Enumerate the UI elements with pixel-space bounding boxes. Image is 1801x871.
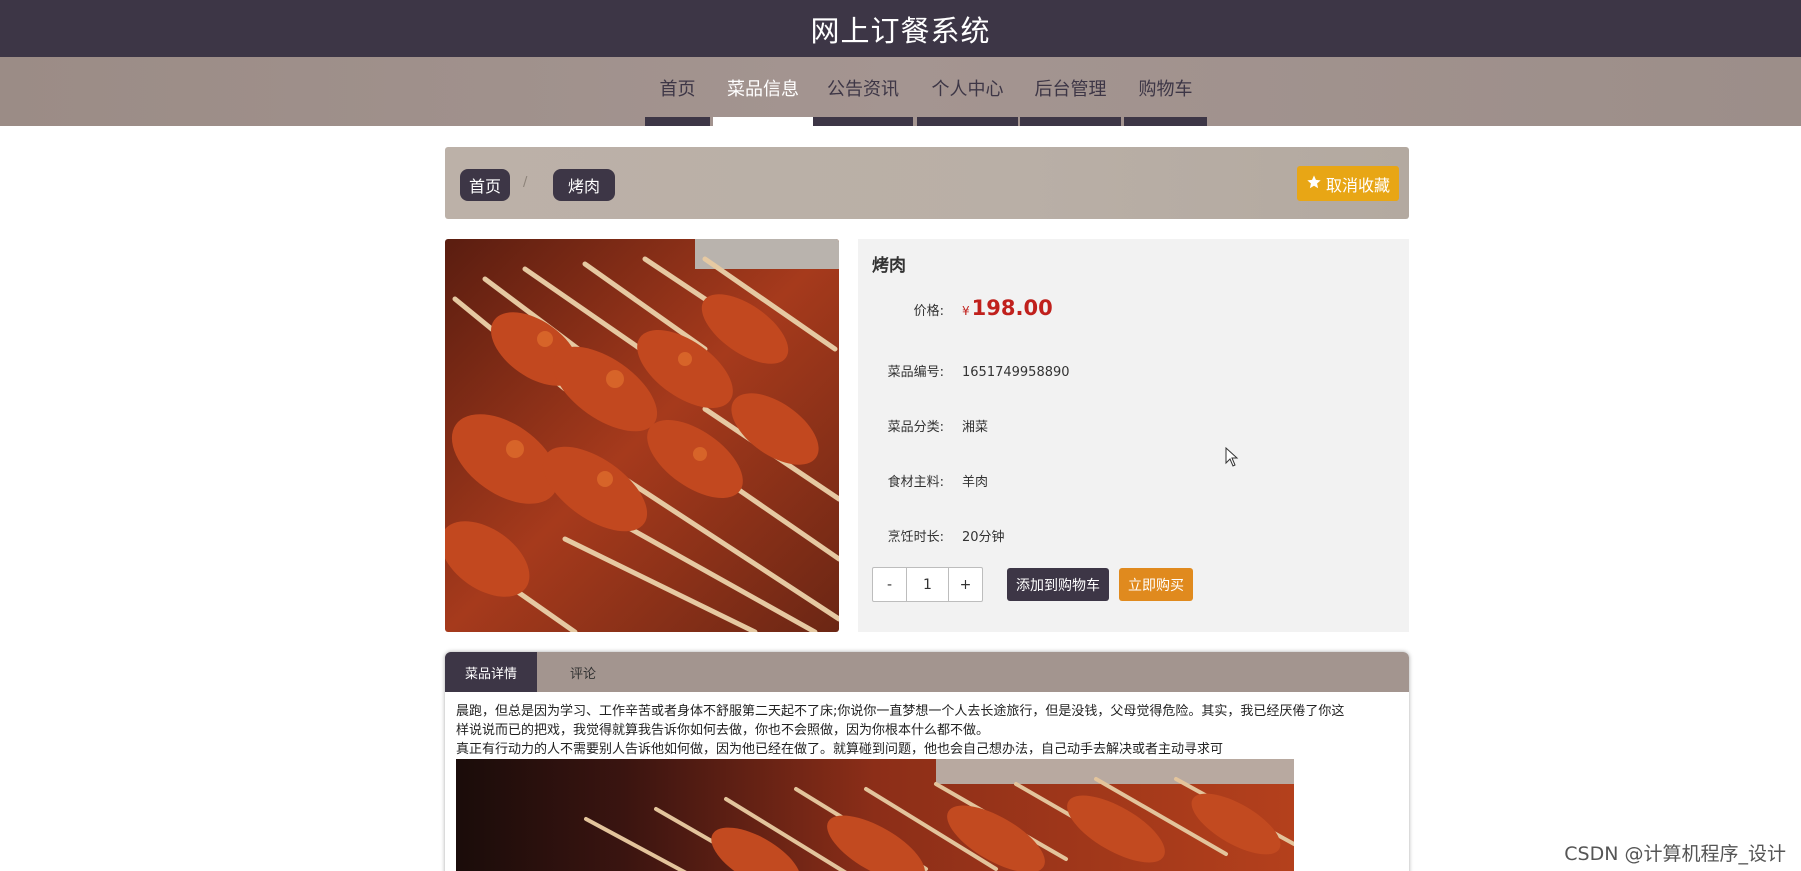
site-title: 网上订餐系统 [810,13,991,48]
dish-category-row: 菜品分类: 湘菜 [858,416,988,435]
dish-title: 烤肉 [872,256,906,276]
quantity-plus-button[interactable]: + [949,568,982,601]
nav-item-label: 公告资讯 [827,79,899,100]
nav-underbar [1124,117,1207,126]
mouse-pointer-icon [1225,446,1239,467]
tab-dish-details[interactable]: 菜品详情 [445,652,537,692]
breadcrumb-current[interactable]: 烤肉 [553,169,616,201]
nav-item-label: 首页 [659,79,696,100]
field-label: 食材主料: [887,475,944,490]
breadcrumb: 首页 / 烤肉 取消收藏 [445,147,1409,219]
nav-underbar [1020,117,1121,126]
unfavorite-button[interactable]: 取消收藏 [1296,166,1399,201]
detail-tabs: 菜品详情 评论 晨跑，但总是因为学习、工作辛苦或者身体不舒服第二天起不了床;你说… [445,652,1409,871]
detail-image [456,759,1294,871]
field-label: 菜品编号: [887,365,944,380]
price-value: ¥198.00 [956,296,1053,320]
nav-item-home[interactable]: 首页 [645,57,710,126]
tab-comments[interactable]: 评论 [537,652,629,692]
field-value: 羊肉 [962,475,989,490]
quantity-input[interactable] [906,568,949,601]
detail-paragraph-line: 样说说而已的把戏，我觉得就算我告诉你如何去做，你也不会照做，因为你根本什么都不做… [456,723,990,738]
nav-underbar [713,117,813,126]
watermark: CSDN @计算机程序_设计 [1564,843,1786,865]
nav-item-cart[interactable]: 购物车 [1124,57,1207,126]
nav-item-label: 购物车 [1138,79,1193,100]
add-to-cart-button[interactable]: 添加到购物车 [1007,568,1109,601]
nav-underbar [813,117,913,126]
nav-item-dishes[interactable]: 菜品信息 [713,57,813,126]
field-value: 湘菜 [962,420,989,435]
detail-paragraph-line: 晨跑，但总是因为学习、工作辛苦或者身体不舒服第二天起不了床;你说你一直梦想一个人… [456,704,1345,719]
site-header: 网上订餐系统 [0,0,1801,57]
field-value: 1651749958890 [962,365,1070,380]
nav-item-news[interactable]: 公告资讯 [813,57,913,126]
price-label: 价格: [913,304,944,319]
tab-header: 菜品详情 评论 [445,652,1409,692]
product-info-panel: 烤肉 价格: ¥198.00 菜品编号: 1651749958890 菜品分类:… [858,239,1409,632]
cook-time-row: 烹饪时长: 20分钟 [858,526,1005,545]
nav-item-label: 个人中心 [931,79,1004,100]
field-value: 20分钟 [962,530,1005,545]
nav-item-personal-center[interactable]: 个人中心 [917,57,1018,126]
quantity-minus-button[interactable]: - [873,568,906,601]
nav-item-label: 菜品信息 [727,79,799,100]
main-ingredient-row: 食材主料: 羊肉 [858,471,988,490]
currency-symbol: ¥ [962,304,970,318]
price-amount: 198.00 [971,296,1053,320]
nav-item-admin[interactable]: 后台管理 [1020,57,1121,126]
dish-code-row: 菜品编号: 1651749958890 [858,361,1070,380]
field-label: 烹饪时长: [887,530,944,545]
star-icon [1306,174,1322,194]
unfavorite-label: 取消收藏 [1325,175,1390,195]
quantity-stepper: - + [872,567,983,602]
main-nav: 首页 菜品信息 公告资讯 个人中心 后台管理 购物车 [0,57,1801,126]
field-label: 菜品分类: [887,420,944,435]
dish-detail-content: 晨跑，但总是因为学习、工作辛苦或者身体不舒服第二天起不了床;你说你一直梦想一个人… [445,692,1409,871]
nav-underbar [917,117,1018,126]
price-row: 价格: ¥198.00 [858,296,1053,320]
nav-underbar [645,117,710,126]
breadcrumb-home-link[interactable]: 首页 [460,169,511,201]
breadcrumb-separator: / [523,175,528,190]
product-image [445,239,839,632]
detail-paragraph-line: 真正有行动力的人不需要别人告诉他如何做，因为他已经在做了。就算碰到问题，他也会自… [456,742,1224,757]
buy-now-button[interactable]: 立即购买 [1119,568,1193,601]
nav-item-label: 后台管理 [1034,79,1107,100]
